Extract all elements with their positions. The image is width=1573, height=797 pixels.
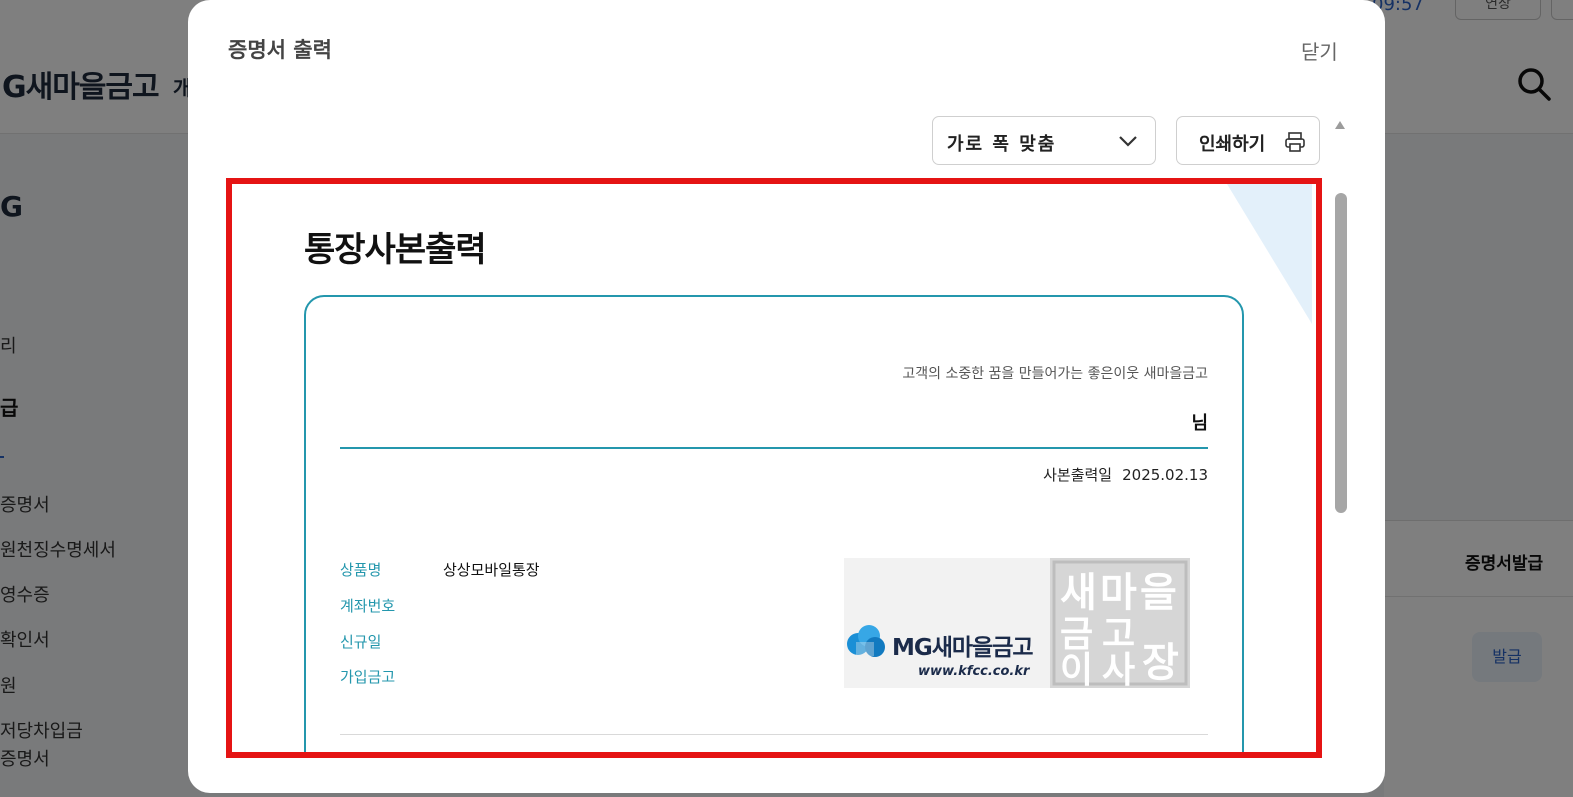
passbook-card: 고객의 소중한 꿈을 만들어가는 좋은이웃 새마을금고 님 사본출력일 2025.… (304, 295, 1244, 752)
zoom-select-value: 가로 폭 맞춤 (947, 134, 1057, 155)
document-title: 통장사본출력 (304, 230, 487, 270)
seal-char: 금 (1060, 614, 1093, 655)
scrollbar-thumb[interactable] (1335, 193, 1347, 513)
seal-char: 고 (1102, 614, 1135, 655)
scroll-up-arrow-icon[interactable] (1334, 120, 1346, 130)
document-preview: 통장사본출력 고객의 소중한 꿈을 만들어가는 좋은이웃 새마을금고 님 사본출… (226, 178, 1322, 758)
owner-divider (340, 447, 1208, 449)
brand-logo-block: MG새마을금고 www.kfcc.co.kr (844, 558, 1050, 688)
print-button-label: 인쇄하기 (1199, 134, 1266, 155)
printer-icon (1285, 132, 1305, 152)
mg-logo-icon (847, 625, 885, 657)
owner-name: 님 (1191, 413, 1208, 434)
seal-char: 새 (1060, 570, 1097, 616)
modal-title: 증명서 출력 (228, 38, 332, 62)
seal-char: 사 (1102, 650, 1135, 688)
copy-date-label: 사본출력일 (1043, 466, 1113, 484)
field-label-account: 계좌번호 (340, 597, 396, 615)
zoom-select[interactable]: 가로 폭 맞춤 (932, 116, 1156, 165)
seal-char: 장 (1142, 640, 1179, 686)
copy-date: 사본출력일 2025.02.13 (1043, 464, 1208, 485)
official-seal: 새 마 을 금 고 이 사 장 (1050, 558, 1190, 688)
seal-char: 이 (1060, 650, 1093, 688)
seal-char: 마 (1100, 570, 1137, 616)
seal-char: 을 (1140, 570, 1177, 616)
card-bottom-divider (340, 734, 1208, 735)
field-label-open-date: 신규일 (340, 633, 382, 651)
certificate-print-modal: 증명서 출력 닫기 가로 폭 맞춤 인쇄하기 통장사본출력 고객의 소중한 꿈을… (188, 0, 1385, 793)
field-label-product: 상품명 (340, 561, 382, 579)
copy-date-value: 2025.02.13 (1122, 466, 1208, 484)
print-button[interactable]: 인쇄하기 (1176, 116, 1320, 165)
brand-name: MG새마을금고 (892, 635, 1034, 661)
field-value-product: 상상모바일통장 (443, 561, 540, 579)
close-button[interactable]: 닫기 (1301, 36, 1338, 65)
field-label-branch: 가입금고 (340, 668, 396, 686)
slogan: 고객의 소중한 꿈을 만들어가는 좋은이웃 새마을금고 (902, 366, 1208, 382)
chevron-down-icon (1119, 136, 1137, 147)
brand-url: www.kfcc.co.kr (918, 664, 1030, 679)
